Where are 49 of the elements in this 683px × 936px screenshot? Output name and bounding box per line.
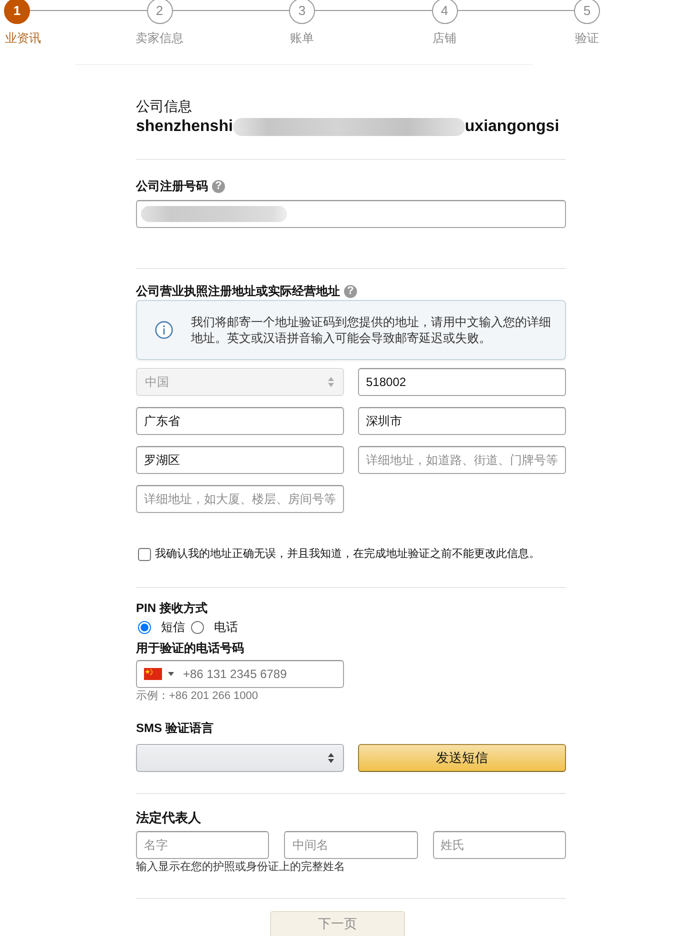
step-circle[interactable]: 4 (432, 0, 458, 24)
radio-button[interactable] (138, 620, 151, 634)
flag-icon (144, 668, 162, 680)
radio-button[interactable] (191, 620, 204, 634)
field-label: 用于验证的电话号码 (136, 640, 244, 656)
field-label: 法定代表人 (136, 809, 201, 827)
step-circle[interactable]: 5 (574, 0, 600, 24)
registration-field[interactable] (136, 200, 566, 228)
hint-text: 输入显示在您的护照或身份证上的完整姓名 (136, 860, 346, 874)
country-picker[interactable] (144, 668, 174, 680)
step-label[interactable]: 业资讯 (5, 30, 41, 46)
step-label[interactable]: 店铺 (432, 30, 456, 46)
step-label[interactable]: 验证 (575, 30, 599, 46)
text-field[interactable]: 详细地址，如道路、街道、门牌号等 (358, 446, 566, 474)
caret-icon (168, 672, 174, 676)
company-name-text: shenzhenshi (136, 118, 233, 136)
field-label: 公司营业执照注册地址或实际经营地址 (136, 283, 340, 299)
phone-number-input[interactable]: +86 131 2345 6789 (183, 664, 339, 684)
text-field[interactable]: 详细地址，如大厦、楼层、房间号等 (136, 485, 344, 513)
text-field[interactable]: 名字 (136, 831, 270, 859)
text-field[interactable]: 深圳市 (358, 407, 566, 435)
updown-arrows-icon (328, 377, 334, 387)
checkbox-label[interactable]: 我确认我的地址正确无误，并且我知道，在完成地址验证之前不能更改此信息。 (155, 546, 540, 562)
text-field[interactable]: 广东省 (136, 407, 344, 435)
send-sms-button[interactable]: 发送短信 (358, 744, 566, 772)
updown-arrows-icon (328, 753, 334, 763)
step-circle[interactable]: 3 (289, 0, 315, 24)
phone-field[interactable]: +86 131 2345 6789 (136, 660, 344, 688)
company-name-text: uxiangongsi (464, 118, 560, 136)
help-icon[interactable]: ? (344, 284, 357, 298)
text-field[interactable]: 罗湖区 (136, 446, 344, 474)
radio-label[interactable]: 短信 (161, 618, 185, 636)
help-icon[interactable]: ? (212, 180, 225, 192)
field-label: PIN 接收方式 (136, 600, 208, 616)
field-label: 公司注册号码 (136, 178, 208, 194)
notice-text: 我们将邮寄一个地址验证码到您提供的地址，请用中文输入您的详细地址。英文或汉语拼音输入可能会导致邮寄延迟或失败。 (191, 314, 552, 346)
info-icon (155, 321, 173, 339)
text-field[interactable]: 姓氏 (432, 831, 566, 859)
text-field[interactable]: 中间名 (284, 831, 418, 859)
step-circle[interactable]: 1 (4, 0, 30, 24)
section-title: 公司信息 (136, 97, 193, 115)
step-circle[interactable]: 2 (146, 0, 172, 24)
text-field[interactable]: 518002 (358, 368, 566, 396)
step-label[interactable]: 账单 (290, 30, 314, 46)
field-label: SMS 验证语言 (136, 720, 214, 736)
example-text: 示例：+86 201 266 1000 (136, 689, 260, 703)
checkbox[interactable] (138, 548, 151, 560)
step-label[interactable]: 卖家信息 (136, 30, 184, 46)
radio-label[interactable]: 电话 (214, 618, 238, 636)
